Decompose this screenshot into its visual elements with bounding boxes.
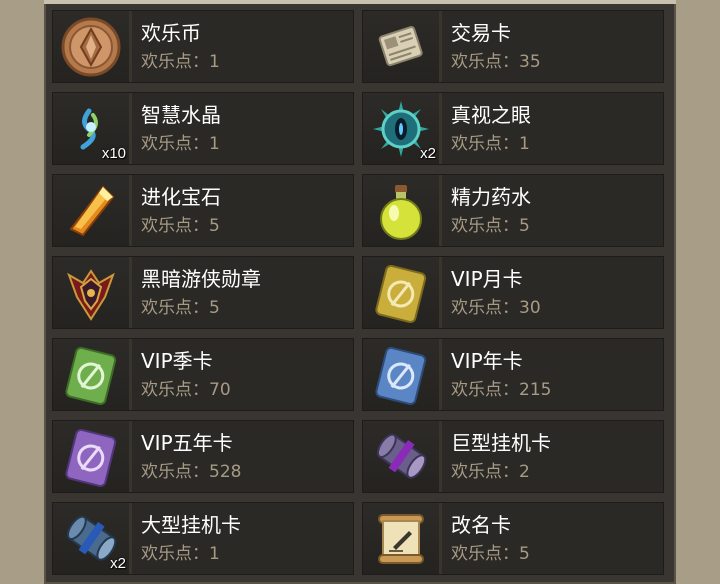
item-card[interactable]: 精力药水 欢乐点：5 xyxy=(362,174,664,247)
panel-top-border xyxy=(44,0,676,4)
evolution-gem-icon xyxy=(69,184,115,236)
giant-idle-scroll-icon xyxy=(376,433,427,479)
item-card[interactable]: 黑暗游侠勋章 欢乐点：5 xyxy=(52,256,354,329)
item-card[interactable]: VIP五年卡 欢乐点：528 xyxy=(52,420,354,493)
item-card[interactable]: VIP月卡 欢乐点：30 xyxy=(362,256,664,329)
item-card[interactable]: 欢乐币 欢乐点：1 xyxy=(52,10,354,83)
item-icon-slot xyxy=(363,175,442,246)
item-quantity: x2 xyxy=(420,145,436,162)
item-card[interactable]: x10 智慧水晶 欢乐点：1 xyxy=(52,92,354,165)
item-name: 巨型挂机卡 xyxy=(451,430,551,455)
item-name: 大型挂机卡 xyxy=(141,512,241,537)
item-name: VIP季卡 xyxy=(141,348,213,373)
vip-month-card-icon xyxy=(375,264,427,323)
item-icon-slot xyxy=(363,503,442,574)
item-name: VIP月卡 xyxy=(451,266,523,291)
item-card[interactable]: VIP季卡 欢乐点：70 xyxy=(52,338,354,411)
item-points: 欢乐点：1 xyxy=(451,133,530,154)
item-name: 交易卡 xyxy=(451,20,511,45)
exchange-item-grid: 欢乐币 欢乐点：1 交易卡 欢乐点：35 x10 智慧水晶 欢乐点：1 x2 真… xyxy=(52,10,664,575)
item-points: 欢乐点：5 xyxy=(451,543,530,564)
item-name: 进化宝石 xyxy=(141,184,221,209)
vip-year-card-icon xyxy=(375,346,427,405)
item-icon-slot xyxy=(53,175,132,246)
item-icon-slot: x2 xyxy=(53,503,132,574)
item-icon-slot xyxy=(53,11,132,82)
item-points: 欢乐点：528 xyxy=(141,461,242,482)
item-quantity: x10 xyxy=(101,145,126,162)
item-name: 真视之眼 xyxy=(451,102,531,127)
vip-five-year-card-icon xyxy=(65,428,117,487)
item-icon-slot xyxy=(363,257,442,328)
item-icon-slot xyxy=(53,421,132,492)
item-icon-slot xyxy=(53,257,132,328)
item-icon-slot xyxy=(53,339,132,410)
item-name: 黑暗游侠勋章 xyxy=(141,266,261,291)
vip-season-card-icon xyxy=(65,346,117,405)
item-points: 欢乐点：5 xyxy=(451,215,530,236)
item-card[interactable]: 交易卡 欢乐点：35 xyxy=(362,10,664,83)
item-card[interactable]: x2 大型挂机卡 欢乐点：1 xyxy=(52,502,354,575)
item-name: 精力药水 xyxy=(451,184,531,209)
coin-icon xyxy=(61,17,121,76)
item-points: 欢乐点：5 xyxy=(141,297,220,318)
item-icon-slot xyxy=(363,11,442,82)
trade-card-icon xyxy=(378,25,423,66)
energy-potion-icon xyxy=(380,184,422,240)
item-points: 欢乐点：1 xyxy=(141,133,220,154)
item-name: 智慧水晶 xyxy=(141,102,221,127)
item-name: VIP年卡 xyxy=(451,348,523,373)
item-points: 欢乐点：215 xyxy=(451,379,552,400)
rename-card-icon xyxy=(378,513,424,564)
item-card[interactable]: 进化宝石 欢乐点：5 xyxy=(52,174,354,247)
item-points: 欢乐点：30 xyxy=(451,297,541,318)
item-card[interactable]: VIP年卡 欢乐点：215 xyxy=(362,338,664,411)
item-points: 欢乐点：5 xyxy=(141,215,220,236)
item-points: 欢乐点：1 xyxy=(141,543,220,564)
item-icon-slot xyxy=(363,421,442,492)
item-quantity: x2 xyxy=(110,555,126,572)
item-icon-slot xyxy=(363,339,442,410)
item-points: 欢乐点：70 xyxy=(141,379,231,400)
item-icon-slot: x10 xyxy=(53,93,132,164)
item-name: 改名卡 xyxy=(451,512,511,537)
item-points: 欢乐点：35 xyxy=(451,51,541,72)
item-card[interactable]: 巨型挂机卡 欢乐点：2 xyxy=(362,420,664,493)
item-icon-slot: x2 xyxy=(363,93,442,164)
item-name: VIP五年卡 xyxy=(141,430,233,455)
item-card[interactable]: x2 真视之眼 欢乐点：1 xyxy=(362,92,664,165)
item-card[interactable]: 改名卡 欢乐点：5 xyxy=(362,502,664,575)
item-points: 欢乐点：1 xyxy=(141,51,220,72)
dark-ranger-medal-icon xyxy=(67,268,115,321)
item-points: 欢乐点：2 xyxy=(451,461,530,482)
item-name: 欢乐币 xyxy=(141,20,201,45)
